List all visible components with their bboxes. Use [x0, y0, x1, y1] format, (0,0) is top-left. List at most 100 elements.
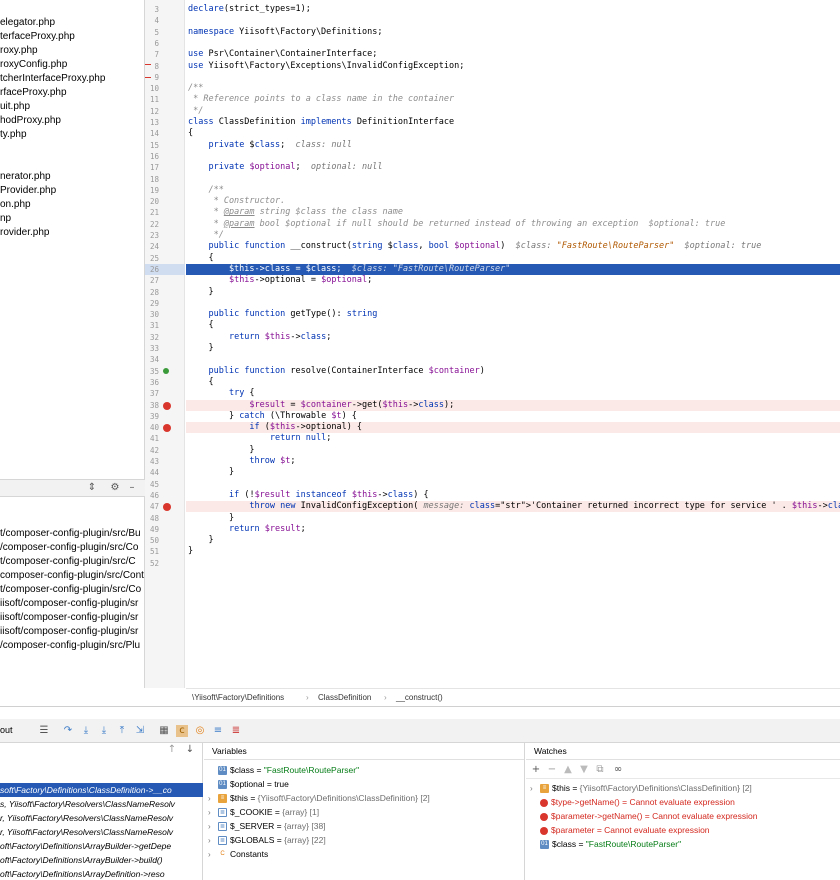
project-file[interactable]: tcherInterfaceProxy.php: [0, 72, 105, 86]
watch-icon[interactable]: ◎: [194, 725, 206, 737]
variable-row[interactable]: 01 $class = "FastRoute\RouteParser": [208, 763, 359, 777]
menu-icon[interactable]: ☰: [38, 725, 50, 737]
project-file[interactable]: nerator.php: [0, 170, 51, 184]
project-file[interactable]: rfaceProxy.php: [0, 86, 67, 100]
code-line[interactable]: [186, 298, 840, 309]
force-step-into-icon[interactable]: ⤓: [98, 725, 110, 737]
breadcrumb-namespace[interactable]: \Yiisoft\Factory\Definitions: [192, 690, 284, 706]
code-line[interactable]: public function resolve(ContainerInterfa…: [186, 366, 840, 377]
arrow-down-icon[interactable]: ↓: [184, 744, 196, 756]
run-to-cursor-icon[interactable]: ⇲: [134, 725, 146, 737]
step-into-icon[interactable]: ⤓: [80, 725, 92, 737]
code-line[interactable]: } catch (\Throwable $t) {: [186, 411, 840, 422]
variable-row[interactable]: › ≣ $GLOBALS = {array} [22]: [208, 833, 326, 847]
code-line[interactable]: class ClassDefinition implements Definit…: [186, 117, 840, 128]
code-line[interactable]: {: [186, 128, 840, 139]
code-line[interactable]: /**: [186, 83, 840, 94]
find-result-row[interactable]: iisoft/composer-config-plugin/sr: [0, 597, 145, 611]
stack-frame[interactable]: oft\Factory\Definitions\ArrayBuilder->bu…: [0, 853, 203, 867]
breakpoint-icon[interactable]: [163, 401, 171, 410]
code-line[interactable]: private $class; class: null: [186, 140, 840, 151]
code-line[interactable]: namespace Yiisoft\Factory\Definitions;: [186, 27, 840, 38]
expand-icon[interactable]: ›: [208, 792, 218, 806]
code-line[interactable]: [186, 174, 840, 185]
glasses-icon[interactable]: ∞: [612, 764, 624, 776]
code-line[interactable]: return null;: [186, 433, 840, 444]
code-line[interactable]: $this->optional = $optional;: [186, 275, 840, 286]
project-file[interactable]: uit.php: [0, 100, 30, 114]
project-file[interactable]: terfaceProxy.php: [0, 30, 75, 44]
code-line[interactable]: * Constructor.: [186, 196, 840, 207]
code-line[interactable]: try {: [186, 388, 840, 399]
breakpoint-icon[interactable]: [163, 503, 171, 512]
expand-icon[interactable]: ›: [208, 848, 218, 862]
code-line[interactable]: {: [186, 253, 840, 264]
code-line[interactable]: [186, 558, 840, 569]
code-line[interactable]: }: [186, 546, 840, 557]
code-line[interactable]: * @param string $class the class name: [186, 207, 840, 218]
breadcrumb-method[interactable]: __construct(): [396, 690, 443, 706]
find-results[interactable]: t/composer-config-plugin/src/Bu/composer…: [0, 497, 145, 688]
find-result-row[interactable]: composer-config-plugin/src/Cont: [0, 569, 145, 583]
editor-gutter[interactable]: 3 4 5 6 7 8 9 10 11 12 13 14 15 16 17 18 19 20 21 22 23 24 25 2…: [145, 0, 185, 688]
code-line[interactable]: $this->class = $class; $class: "FastRout…: [186, 263, 840, 276]
find-result-row[interactable]: iisoft/composer-config-plugin/sr: [0, 611, 145, 625]
stack-frame[interactable]: s, Yiisoft\Factory\Resolvers\ClassNameRe…: [0, 797, 203, 811]
code-line[interactable]: }: [186, 535, 840, 546]
code-line[interactable]: }: [186, 467, 840, 478]
find-result-row[interactable]: t/composer-config-plugin/src/Bu: [0, 527, 145, 541]
arrow-up-icon[interactable]: ↑: [166, 744, 178, 756]
variable-row[interactable]: › C Constants: [208, 847, 268, 861]
code-line[interactable]: use Yiisoft\Factory\Exceptions\InvalidCo…: [186, 61, 840, 72]
watch-row[interactable]: $type->getName() = Cannot evaluate expre…: [530, 795, 735, 809]
code-line[interactable]: [186, 72, 840, 83]
variable-row[interactable]: › ≡ $this = {Yiisoft\Factory\Definitions\C…: [208, 791, 430, 805]
code-line[interactable]: }: [186, 513, 840, 524]
project-file[interactable]: Provider.php: [0, 184, 56, 198]
code-line[interactable]: private $optional; optional: null: [186, 162, 840, 173]
copy-icon[interactable]: ⧉: [594, 764, 606, 776]
collapse-icon[interactable]: ⇕: [86, 482, 98, 494]
code-line[interactable]: if (!$result instanceof $this->class) {: [186, 490, 840, 501]
code-line[interactable]: [186, 479, 840, 490]
implements-icon[interactable]: [163, 367, 169, 374]
code-line[interactable]: * Reference points to a class name in th…: [186, 94, 840, 105]
code-line[interactable]: [186, 151, 840, 162]
watch-row[interactable]: 01 $class = "FastRoute\RouteParser": [530, 837, 681, 851]
code-line[interactable]: {: [186, 320, 840, 331]
stack-frame[interactable]: oft\Factory\Definitions\ArrayBuilder->ge…: [0, 839, 203, 853]
remove-watch-icon[interactable]: −: [546, 764, 558, 776]
code-line[interactable]: /**: [186, 185, 840, 196]
project-file[interactable]: ty.php: [0, 128, 27, 142]
project-file[interactable]: roxyConfig.php: [0, 58, 67, 72]
list-icon[interactable]: ≡: [212, 725, 224, 737]
expand-icon[interactable]: ›: [530, 782, 540, 796]
find-result-row[interactable]: iisoft/composer-config-plugin/sr: [0, 625, 145, 639]
code-line[interactable]: public function __construct(string $clas…: [186, 241, 840, 252]
breadcrumb[interactable]: \Yiisoft\Factory\Definitions › ClassDefi…: [186, 688, 840, 706]
watch-row[interactable]: $parameter->getName() = Cannot evaluate …: [530, 809, 757, 823]
project-file[interactable]: on.php: [0, 198, 31, 212]
code-line[interactable]: throw $t;: [186, 456, 840, 467]
code-line[interactable]: }: [186, 445, 840, 456]
code-line[interactable]: return $result;: [186, 524, 840, 535]
step-out-icon[interactable]: ⤒: [116, 725, 128, 737]
gear-icon[interactable]: ⚙: [109, 482, 121, 494]
minimize-icon[interactable]: –: [126, 482, 138, 494]
code-line[interactable]: [186, 15, 840, 26]
evaluate-icon[interactable]: ▦: [158, 725, 170, 737]
code-line[interactable]: }: [186, 287, 840, 298]
code-line[interactable]: use Psr\Container\ContainerInterface;: [186, 49, 840, 60]
code-line[interactable]: return $this->class;: [186, 332, 840, 343]
code-line[interactable]: throw new InvalidConfigException( messag…: [186, 501, 840, 513]
code-line[interactable]: [186, 38, 840, 49]
stack-frame[interactable]: oft\Factory\Definitions\ArrayDefinition-…: [0, 867, 203, 880]
watch-row[interactable]: › ≡ $this = {Yiisoft\Factory\Definitions\C…: [530, 781, 752, 795]
debug-tab-label[interactable]: out: [0, 725, 13, 735]
variable-row[interactable]: 01 $optional = true: [208, 777, 289, 791]
find-result-row[interactable]: /composer-config-plugin/src/Plu: [0, 639, 145, 653]
stack-frame[interactable]: r, Yiisoft\Factory\Resolvers\ClassNameRe…: [0, 811, 203, 825]
code-line[interactable]: * @param bool $optional if null should b…: [186, 219, 840, 230]
code-line[interactable]: declare(strict_types=1);: [186, 4, 840, 15]
project-file[interactable]: rovider.php: [0, 226, 49, 240]
